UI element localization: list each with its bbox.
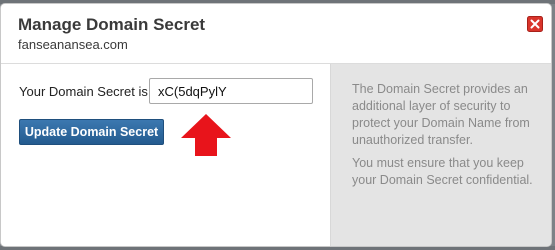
red-arrow-up-icon	[181, 114, 231, 156]
info-paragraph-security: The Domain Secret provides an additional…	[352, 82, 530, 147]
info-pane: The Domain Secret provides an additional…	[331, 64, 551, 246]
domain-secret-label: Your Domain Secret is :	[19, 84, 156, 99]
update-domain-secret-button[interactable]: Update Domain Secret	[19, 119, 164, 145]
dialog-body: Your Domain Secret is : Update Domain Se…	[1, 64, 551, 246]
form-pane: Your Domain Secret is : Update Domain Se…	[1, 64, 331, 246]
dialog-title: Manage Domain Secret	[18, 15, 206, 34]
manage-domain-secret-dialog: Manage Domain Secret fanseanansea.com Yo…	[0, 3, 552, 247]
close-button[interactable]	[527, 16, 543, 32]
close-icon	[527, 16, 543, 32]
dialog-header: Manage Domain Secret fanseanansea.com	[1, 4, 551, 64]
domain-name: fanseanansea.com	[18, 37, 128, 52]
domain-secret-input[interactable]	[149, 78, 313, 104]
info-paragraph-confidential: You must ensure that you keep your Domai…	[352, 156, 533, 187]
